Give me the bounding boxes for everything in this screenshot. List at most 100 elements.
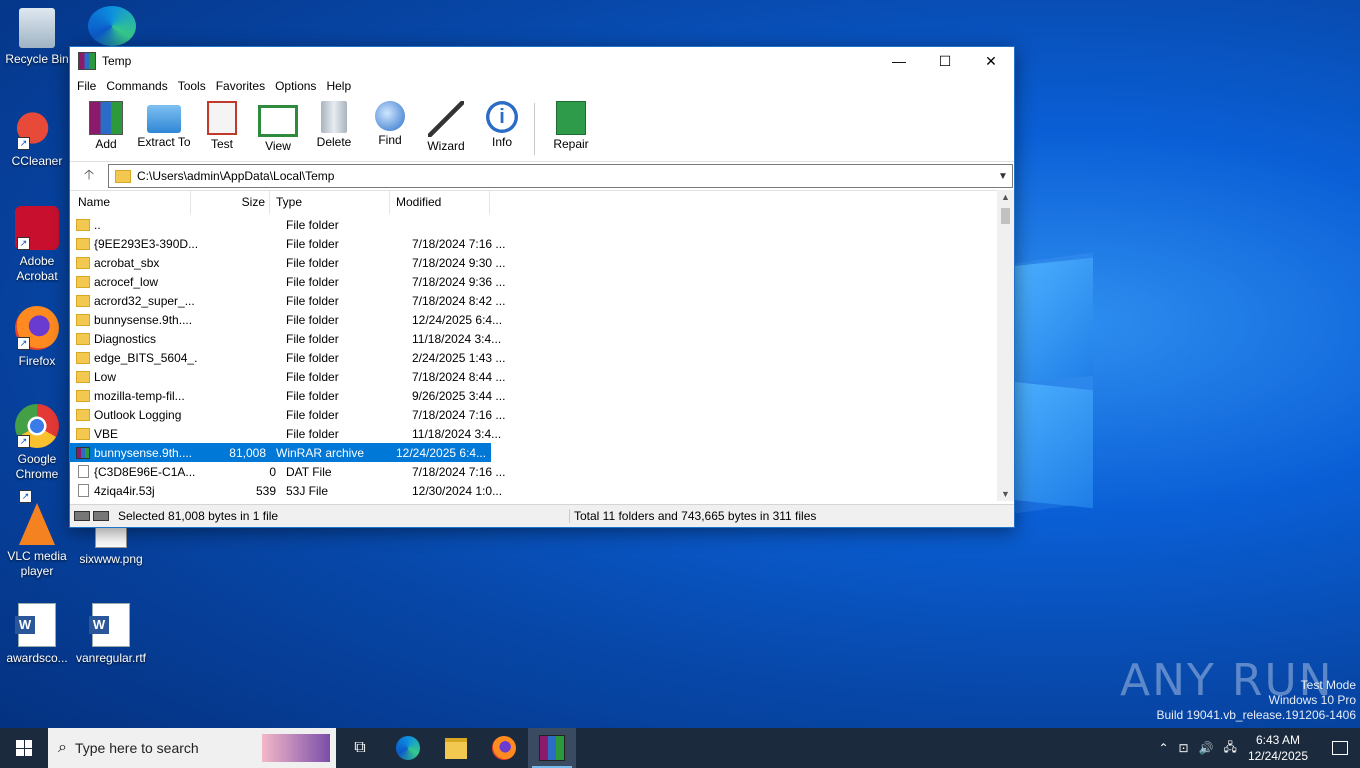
file-name: Diagnostics [94, 331, 157, 346]
table-row[interactable]: bunnysense.9th.... 81,008 WinRAR archive 12… [70, 443, 491, 462]
repair-kit-icon [556, 101, 586, 135]
column-header-type[interactable]: Type [270, 190, 390, 214]
desktop-icon-firefox[interactable]: ↗ Firefox [1, 306, 73, 369]
minimize-button[interactable]: — [876, 47, 922, 75]
extract-to-button[interactable]: Extract To [134, 97, 194, 149]
table-row[interactable]: bunnysense.9th.... File folder 12/24/2025 … [70, 310, 996, 329]
desktop-icon-vlc[interactable]: ↗ VLC media player [1, 490, 73, 579]
delete-button[interactable]: Delete [306, 97, 362, 149]
show-hidden-icons-chevron-up-icon[interactable]: ⌃ [1158, 741, 1168, 755]
file-name: Outlook Logging [94, 407, 182, 422]
table-row[interactable]: 4ziqa4ir.53j 539 53J File 12/30/2024 1:0... [70, 481, 996, 500]
wizard-button[interactable]: Wizard [418, 97, 474, 153]
table-row[interactable]: {9EE293E3-390D... File folder 7/18/2024 7:… [70, 234, 996, 253]
cell-name: bunnysense.9th.... [70, 313, 197, 327]
add-archive-icon [89, 101, 123, 135]
folder-icon [76, 256, 90, 269]
table-row[interactable]: .. File folder [70, 215, 996, 234]
add-button[interactable]: Add [78, 97, 134, 151]
desktop-icon-label: awardsco... [6, 651, 68, 665]
desktop-icon-google-chrome[interactable]: ↗ Google Chrome [1, 404, 73, 482]
scroll-down-arrow[interactable]: ▼ [997, 489, 1014, 499]
table-row[interactable]: VBE File folder 11/18/2024 3:4... [70, 424, 996, 443]
table-row[interactable]: acrocef_low File folder 7/18/2024 9:36 ... [70, 272, 996, 291]
column-header-name[interactable]: Name [70, 190, 191, 214]
extract-folder-icon [147, 105, 181, 133]
title-bar[interactable]: Temp — ☐ ✕ [70, 47, 1014, 75]
repair-label: Repair [553, 137, 589, 151]
repair-button[interactable]: Repair [543, 97, 599, 151]
table-row[interactable]: edge_BITS_5604_... File folder 2/24/2025 1… [70, 348, 996, 367]
table-row[interactable]: Outlook Logging File folder 7/18/2024 7:16… [70, 405, 996, 424]
ccleaner-icon: ↗ [15, 106, 59, 150]
word-document-icon: W [15, 603, 56, 647]
table-row[interactable]: {C3D8E96E-C1A... 0 DAT File 7/18/2024 7:16 … [70, 462, 996, 481]
desktop-icon-adobe-acrobat[interactable]: ↗ Adobe Acrobat [1, 206, 73, 284]
key-icon [93, 511, 109, 521]
info-button[interactable]: i Info [474, 97, 530, 149]
table-row[interactable]: acrobat_sbx File folder 7/18/2024 9:30 ... [70, 253, 996, 272]
table-row[interactable]: Diagnostics File folder 11/18/2024 3:4... [70, 329, 996, 348]
desktop-icon-label: vanregular.rtf [75, 651, 147, 665]
notification-center-button[interactable] [1320, 728, 1360, 768]
column-header-size[interactable]: Size [191, 190, 270, 214]
chevron-down-icon[interactable]: ▼ [994, 171, 1012, 182]
network-icon[interactable]: 🖧 [1224, 738, 1237, 759]
scroll-thumb[interactable] [1001, 208, 1010, 224]
test-button[interactable]: Test [194, 97, 250, 151]
folder-icon [76, 427, 90, 440]
taskbar-edge[interactable] [384, 728, 432, 768]
desktop-icon-recycle-bin[interactable]: Recycle Bin [1, 8, 73, 67]
table-row[interactable]: acrord32_super_... File folder 7/18/2024 8… [70, 291, 996, 310]
column-header-modified[interactable]: Modified [390, 190, 490, 214]
desktop-icon-vanregular-rtf[interactable]: W vanregular.rtf [75, 603, 147, 666]
meet-now-icon[interactable]: ⊡ [1179, 741, 1189, 755]
file-name: acrobat_sbx [94, 255, 160, 270]
menu-file[interactable]: File [72, 79, 101, 93]
desktop-icon-ccleaner[interactable]: ↗ CCleaner [1, 106, 73, 169]
table-row[interactable]: Low File folder 7/18/2024 8:44 ... [70, 367, 996, 386]
vertical-scrollbar[interactable]: ▲ ▼ [997, 190, 1014, 501]
clock-time: 6:43 AM [1255, 733, 1300, 747]
drive-icon [74, 511, 90, 521]
up-one-level-button[interactable]: 🡡 [70, 164, 108, 188]
close-button[interactable]: ✕ [968, 47, 1014, 75]
taskbar-winrar[interactable] [528, 728, 576, 768]
list-rows: .. File folder {9EE293E3-390D... File folde… [70, 215, 996, 500]
edge-desktop-icon-partial[interactable] [88, 6, 136, 46]
file-name: .. [94, 217, 101, 232]
word-document-icon: W [89, 603, 130, 647]
cell-modified: 7/18/2024 7:16 ... [412, 407, 506, 422]
volume-icon[interactable]: 🔊 [1199, 741, 1214, 755]
menu-options[interactable]: Options [270, 79, 321, 93]
cell-modified: 7/18/2024 8:42 ... [412, 293, 506, 308]
scroll-up-arrow[interactable]: ▲ [997, 192, 1014, 202]
taskbar-firefox[interactable] [480, 728, 528, 768]
folder-icon [76, 389, 90, 402]
cell-name: VBE [70, 427, 197, 441]
menu-commands[interactable]: Commands [101, 79, 172, 93]
maximize-button[interactable]: ☐ [922, 47, 968, 75]
cell-type: File folder [286, 293, 339, 308]
cell-modified: 12/24/2025 6:4... [396, 445, 487, 460]
menu-help[interactable]: Help [321, 79, 356, 93]
start-button[interactable] [0, 728, 48, 768]
desktop-icon-awardsco[interactable]: W awardsco... [1, 603, 73, 666]
task-view-button[interactable]: ⧉ [336, 728, 384, 768]
desktop-icon-label: Recycle Bin [5, 52, 69, 66]
taskbar-clock[interactable]: 6:43 AM 12/24/2025 [1248, 732, 1308, 764]
view-button[interactable]: View [250, 97, 306, 153]
table-row[interactable]: mozilla-temp-fil... File folder 9/26/2025 … [70, 386, 996, 405]
cell-type: 53J File [286, 483, 329, 498]
cell-type: File folder [286, 274, 339, 289]
file-list[interactable]: Name Size Type Modified .. File folder {9E… [70, 190, 996, 501]
menu-tools[interactable]: Tools [173, 79, 211, 93]
path-combobox[interactable]: C:\Users\admin\AppData\Local\Temp ▼ [108, 164, 1013, 188]
drive-icons[interactable] [70, 511, 114, 521]
taskbar-search-box[interactable]: ⌕ Type here to search [48, 728, 336, 768]
find-button[interactable]: Find [362, 97, 418, 147]
taskbar-file-explorer[interactable] [432, 728, 480, 768]
wizard-label: Wizard [427, 139, 465, 153]
folder-icon [76, 351, 90, 364]
menu-favorites[interactable]: Favorites [211, 79, 270, 93]
